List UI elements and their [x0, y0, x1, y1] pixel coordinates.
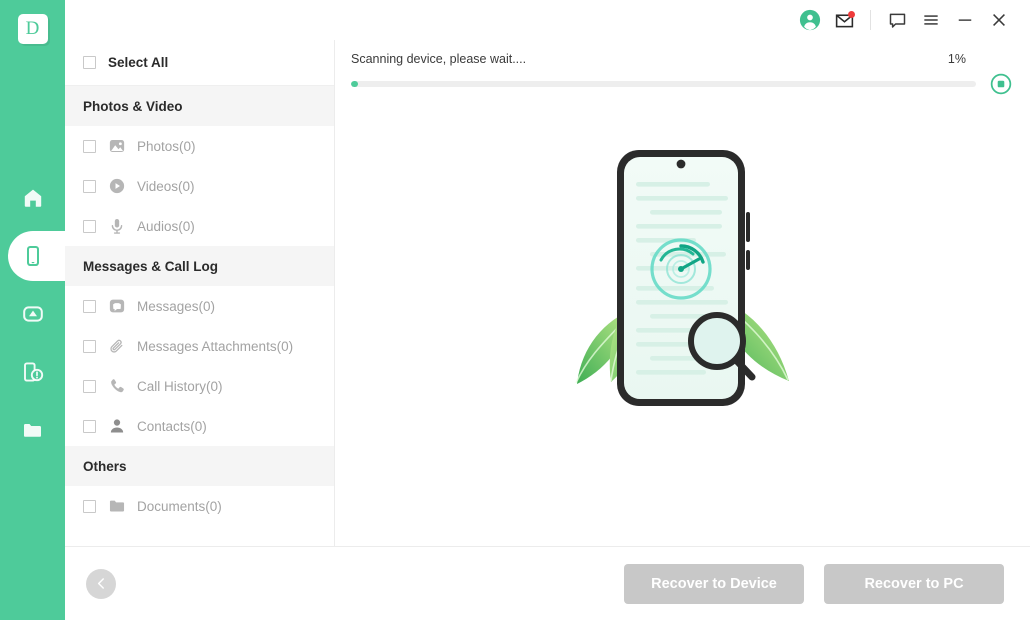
stop-scan-button[interactable]: [990, 73, 1012, 95]
list-item-call-history[interactable]: Call History(0): [65, 366, 334, 406]
sidebar-item-cloud-recovery[interactable]: [0, 285, 65, 343]
list-item-contacts[interactable]: Contacts(0): [65, 406, 334, 446]
app-logo: D: [17, 14, 48, 44]
select-all-checkbox[interactable]: [83, 56, 96, 69]
app-logo-letter: D: [25, 18, 40, 39]
list-item-label: Messages(0): [137, 298, 216, 314]
content-area: Select All Photos & Video Photos(0) Vide…: [65, 40, 1030, 546]
back-button[interactable]: [86, 568, 116, 599]
select-all-row[interactable]: Select All: [65, 40, 334, 86]
header-divider: [870, 10, 871, 30]
footer-actions: Recover to Device Recover to PC: [624, 563, 1030, 604]
recover-to-pc-button[interactable]: Recover to PC: [824, 563, 1004, 604]
list-item-photos[interactable]: Photos(0): [65, 126, 334, 166]
message-icon: [108, 297, 126, 315]
audio-icon: [108, 217, 126, 235]
home-icon: [21, 186, 45, 210]
select-all-label: Select All: [108, 55, 169, 70]
sidebar-item-recovered-files[interactable]: [0, 401, 65, 459]
minimize-icon[interactable]: [948, 5, 982, 35]
feedback-icon[interactable]: [880, 5, 914, 35]
menu-icon[interactable]: [914, 5, 948, 35]
scan-progress-fill: [351, 81, 358, 87]
cloud-icon: [21, 302, 45, 326]
call-icon: [108, 377, 126, 395]
main-panel: Scanning device, please wait.... 1%: [335, 40, 1030, 546]
audios-checkbox[interactable]: [83, 219, 96, 233]
sidebar-rail: D: [0, 0, 73, 620]
application-window: D Select All Photos & Video Photos(0) Vi…: [0, 0, 1030, 620]
messages-attachments-checkbox[interactable]: [83, 339, 96, 353]
sidebar-item-device-repair[interactable]: [0, 343, 65, 401]
recover-to-device-button[interactable]: Recover to Device: [624, 563, 804, 604]
videos-checkbox[interactable]: [83, 179, 96, 193]
list-item-messages[interactable]: Messages(0): [65, 286, 334, 326]
list-item-videos[interactable]: Videos(0): [65, 166, 334, 206]
list-item-label: Documents(0): [137, 498, 222, 514]
close-icon[interactable]: [982, 5, 1016, 35]
mail-badge-dot: [848, 11, 855, 18]
contact-icon: [108, 417, 126, 435]
list-item-messages-attachments[interactable]: Messages Attachments(0): [65, 326, 334, 366]
list-item-label: Messages Attachments(0): [137, 338, 294, 354]
messages-checkbox[interactable]: [83, 299, 96, 313]
list-item-documents[interactable]: Documents(0): [65, 486, 334, 526]
documents-checkbox[interactable]: [83, 499, 96, 513]
scan-percent-label: 1%: [947, 52, 966, 66]
list-item-label: Call History(0): [137, 378, 223, 394]
sidebar-item-device-recovery[interactable]: [0, 227, 73, 285]
group-header-messages-call-log: Messages & Call Log: [65, 246, 334, 286]
scan-status-text: Scanning device, please wait....: [351, 52, 527, 66]
photo-icon: [108, 137, 126, 155]
sidebar-item-home[interactable]: [0, 169, 65, 227]
scanning-illustration: [335, 136, 1030, 436]
list-item-label: Audios(0): [137, 218, 195, 234]
phone-icon: [21, 244, 45, 268]
group-header-others: Others: [65, 446, 334, 486]
device-repair-icon: [21, 360, 45, 384]
contacts-checkbox[interactable]: [83, 419, 96, 433]
mail-icon[interactable]: [827, 5, 861, 35]
list-item-label: Photos(0): [137, 138, 196, 154]
list-item-audios[interactable]: Audios(0): [65, 206, 334, 246]
title-bar: [65, 0, 1030, 40]
account-avatar[interactable]: [793, 5, 827, 35]
call-history-checkbox[interactable]: [83, 379, 96, 393]
photos-checkbox[interactable]: [83, 139, 96, 153]
scan-progress-section: Scanning device, please wait.... 1%: [335, 40, 1030, 95]
scan-progress-bar: [351, 81, 976, 87]
document-icon: [108, 497, 126, 515]
sidebar-nav: [0, 169, 73, 459]
footer-bar: Recover to Device Recover to PC: [65, 546, 1030, 620]
data-type-panel: Select All Photos & Video Photos(0) Vide…: [65, 40, 335, 546]
list-item-label: Videos(0): [137, 178, 195, 194]
folder-icon: [21, 418, 45, 442]
attachment-icon: [108, 337, 126, 355]
list-item-label: Contacts(0): [137, 418, 207, 434]
video-icon: [108, 177, 126, 195]
group-header-photos-video: Photos & Video: [65, 86, 334, 126]
